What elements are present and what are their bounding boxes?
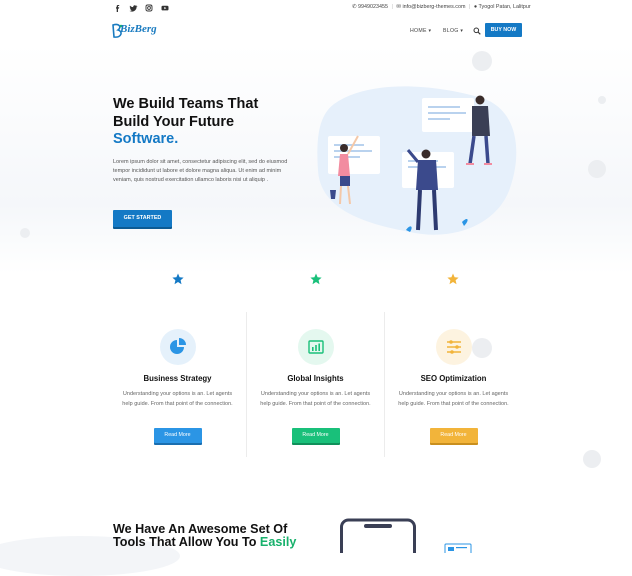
team-illustration [317,86,517,235]
phone-contact: ✆ 9949023455 | ✉ info@bizberg-themes.com… [352,4,531,10]
phone-illustration [340,518,416,553]
phone-number: 9949023455 [358,4,389,10]
background-dot [598,96,606,104]
email-address: info@bizberg-themes.com [402,4,466,10]
feature-title: Global Insights [287,374,344,383]
tools-section-title: We Have An Awesome Set Of Tools That All… [113,522,297,550]
youtube-icon[interactable] [160,3,170,13]
pie-chart-icon [159,329,196,365]
main-navigation: BizBerg HOME ▾ BLOG ▾ BUY NOW [0,17,632,45]
menu-item-blog[interactable]: BLOG ▾ [443,28,463,34]
search-icon[interactable] [473,27,481,35]
get-started-button[interactable]: GET STARTED [113,210,172,227]
feature-title: SEO Optimization [420,374,487,383]
background-dot [583,450,601,468]
read-more-button[interactable]: Read More [153,428,202,443]
bar-chart-icon [297,329,334,365]
menu-item-home[interactable]: HOME ▾ [410,28,431,34]
star-icon [310,273,322,285]
mail-icon: ✉ [396,4,401,10]
facebook-icon[interactable] [113,3,123,13]
card-illustration [444,543,472,553]
background-dot [472,51,492,71]
feature-description: Understanding your options is an. Let ag… [122,391,233,407]
feature-card-seo-optimization: SEO Optimization Understanding your opti… [385,312,522,457]
star-icon [172,273,184,285]
background-dot [588,160,606,178]
location-icon: ● [473,4,478,10]
twitter-icon[interactable] [128,3,138,13]
hero-description: Lorem ipsum dolor sit amet, consectetur … [113,159,288,184]
top-bar: ✆ 9949023455 | ✉ info@bizberg-themes.com… [0,0,632,17]
sliders-icon [435,329,472,365]
feature-title: Business Strategy [143,374,212,383]
background-dot [20,228,30,238]
read-more-button[interactable]: Read More [291,428,340,443]
feature-card-global-insights: Global Insights Understanding your optio… [247,312,384,457]
site-logo[interactable]: BizBerg [120,23,157,35]
buy-now-button[interactable]: BUY NOW [485,23,522,37]
address-text: Tyogol Patan, Lalitpur [478,4,531,10]
feature-description: Understanding your options is an. Let ag… [260,391,371,407]
instagram-icon[interactable] [144,3,154,13]
read-more-button[interactable]: Read More [429,428,478,443]
feature-description: Understanding your options is an. Let ag… [398,391,509,407]
star-icon [447,273,459,285]
phone-icon: ✆ [352,4,357,10]
hero-title: We Build Teams That Build Your Future So… [113,96,259,147]
feature-card-business-strategy: Business Strategy Understanding your opt… [109,312,246,457]
